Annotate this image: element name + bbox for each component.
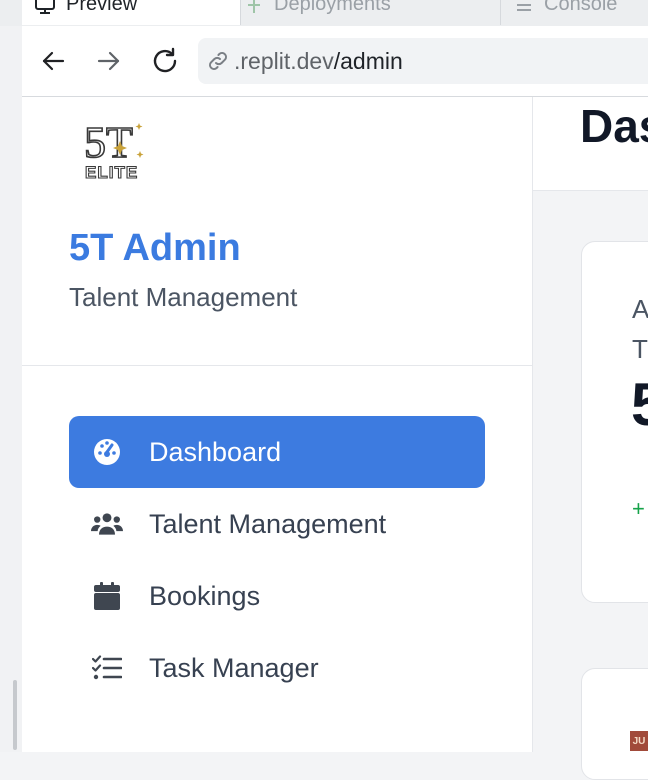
tab-console[interactable]: Console xyxy=(514,0,648,25)
logo-word-text: ELITE xyxy=(85,163,138,181)
gutter-scroll-handle[interactable] xyxy=(13,680,17,750)
link-icon xyxy=(206,49,230,73)
tab-label: Preview xyxy=(66,0,138,15)
tab-deployments[interactable]: Deployments xyxy=(244,0,501,25)
main-header: Das xyxy=(533,97,648,191)
users-icon xyxy=(91,510,123,538)
calendar-icon xyxy=(91,582,123,610)
sidebar-item-task-manager[interactable]: Task Manager xyxy=(69,632,485,704)
left-gutter xyxy=(0,26,23,752)
sidebar-item-bookings[interactable]: Bookings xyxy=(69,560,485,632)
stat-card-label-line1: A xyxy=(632,294,648,324)
forward-button[interactable] xyxy=(94,46,124,76)
sidebar-item-label: Bookings xyxy=(149,580,261,611)
sidebar-item-dashboard[interactable]: Dashboard xyxy=(69,416,485,488)
brand-title: 5T Admin xyxy=(69,227,241,269)
stat-card[interactable]: A T 5 + xyxy=(581,241,648,603)
sidebar-brand: 5T ELITE 5T Admin Talent Management xyxy=(22,97,532,366)
url-input[interactable]: .replit.dev/admin xyxy=(198,38,648,84)
console-icon xyxy=(514,0,534,15)
card-logo: JU xyxy=(630,731,648,751)
reload-icon xyxy=(153,47,177,73)
main-content: Das A T 5 + JU xyxy=(533,97,648,780)
sidebar-item-label: Dashboard xyxy=(149,436,282,467)
tab-label: Console xyxy=(544,0,618,15)
arrow-left-icon xyxy=(42,51,65,71)
sidebar-item-talent-management[interactable]: Talent Management xyxy=(69,488,485,560)
stat-card-label-line2: T xyxy=(632,334,648,364)
sidebar-item-label: Task Manager xyxy=(149,652,319,683)
stat-card-value: 5 xyxy=(631,370,648,439)
reload-button[interactable] xyxy=(150,46,180,76)
task-list-icon xyxy=(91,654,123,682)
brand-subtitle: Talent Management xyxy=(69,282,298,312)
sidebar-item-label: Talent Management xyxy=(149,508,387,539)
page-title: Das xyxy=(580,100,648,152)
logo-mark-text: 5T xyxy=(84,118,133,167)
monitor-icon xyxy=(34,0,56,15)
browser-tab-strip: Preview Deployments Console xyxy=(0,0,648,27)
deploy-icon xyxy=(244,0,264,15)
url-path: /admin xyxy=(333,47,403,74)
sidebar: 5T ELITE 5T Admin Talent Management Dash… xyxy=(22,97,533,752)
tab-preview[interactable]: Preview xyxy=(22,0,241,25)
url-text: .replit.dev/admin xyxy=(234,48,403,75)
stat-card-delta: + xyxy=(632,496,645,521)
address-bar: .replit.dev/admin xyxy=(22,26,648,97)
content-card[interactable]: JU xyxy=(581,668,648,780)
arrow-right-icon xyxy=(97,51,120,71)
back-button[interactable] xyxy=(38,46,68,76)
tab-label: Deployments xyxy=(274,0,391,15)
dashboard-gauge-icon xyxy=(91,438,123,466)
url-domain: .replit.dev xyxy=(234,47,334,74)
brand-logo: 5T ELITE xyxy=(83,117,150,183)
